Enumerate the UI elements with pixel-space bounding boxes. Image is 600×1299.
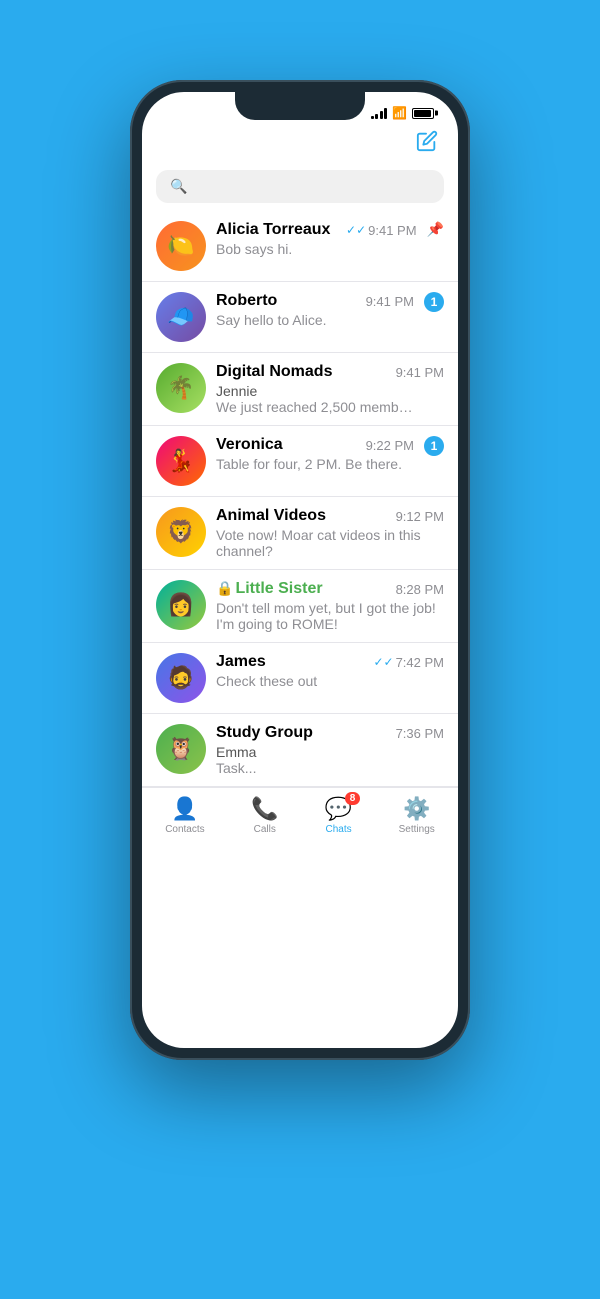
chat-badge-veronica: 1 <box>424 436 444 456</box>
chat-content-veronica: Veronica 9:22 PM Table for four, 2 PM. Be … <box>216 436 414 472</box>
chat-name-veronica: Veronica <box>216 436 283 454</box>
chat-preview-digital: We just reached 2,500 members! WOO! <box>216 399 416 415</box>
chat-name-james: James <box>216 653 266 671</box>
bottom-nav-chats[interactable]: 💬8 Chats <box>325 796 352 835</box>
chat-meta-roberto: 1 <box>424 292 444 312</box>
chat-preview-roberto: Say hello to Alice. <box>216 312 414 328</box>
chat-item-sister[interactable]: 👩 🔒Little Sister 8:28 PM Don't tell mom yet… <box>142 570 458 643</box>
search-icon: 🔍 <box>170 178 187 195</box>
chat-preview-james: Check these out <box>216 673 416 689</box>
compose-icon[interactable] <box>416 130 438 158</box>
chats-label: Chats <box>325 824 351 835</box>
chat-name-animal: Animal Videos <box>216 507 326 525</box>
chat-content-study: Study Group 7:36 PM EmmaTask... <box>216 724 444 776</box>
chat-meta-veronica: 1 <box>424 436 444 456</box>
chat-header-study: Study Group 7:36 PM <box>216 724 444 742</box>
chat-header-veronica: Veronica 9:22 PM <box>216 436 414 454</box>
contacts-label: Contacts <box>165 824 204 835</box>
bottom-nav-contacts[interactable]: 👤 Contacts <box>165 796 204 835</box>
search-bar-container: 🔍 <box>142 166 458 211</box>
phone-frame: 📶 🔍 <box>130 80 470 1060</box>
chat-preview-animal: Vote now! Moar cat videos in this channe… <box>216 527 444 559</box>
contacts-icon: 👤 <box>171 796 198 822</box>
chat-header-roberto: Roberto 9:41 PM <box>216 292 414 310</box>
chat-item-james[interactable]: 🧔 James ✓✓7:42 PM Check these out <box>142 643 458 714</box>
chat-item-roberto[interactable]: 🧢 Roberto 9:41 PM Say hello to Alice. 1 <box>142 282 458 353</box>
chat-header-sister: 🔒Little Sister 8:28 PM <box>216 580 444 598</box>
chat-header-james: James ✓✓7:42 PM <box>216 653 444 671</box>
chat-time-alicia: ✓✓9:41 PM <box>346 223 417 238</box>
chat-name-sister: 🔒Little Sister <box>216 580 323 598</box>
chat-time-veronica: 9:22 PM <box>366 438 414 453</box>
chat-time-study: 7:36 PM <box>396 726 444 741</box>
chat-header-alicia: Alicia Torreaux ✓✓9:41 PM <box>216 221 417 239</box>
nav-bar <box>142 126 458 166</box>
avatar-james: 🧔 <box>156 653 206 703</box>
chat-badge-roberto: 1 <box>424 292 444 312</box>
chat-time-james: ✓✓7:42 PM <box>373 655 444 670</box>
search-bar[interactable]: 🔍 <box>156 170 444 203</box>
avatar-study: 🦉 <box>156 724 206 774</box>
signal-icon <box>371 107 388 119</box>
avatar-roberto: 🧢 <box>156 292 206 342</box>
chat-time-animal: 9:12 PM <box>396 509 444 524</box>
bottom-nav: 👤 Contacts 📞 Calls 💬8 Chats ⚙️ Settings <box>142 787 458 849</box>
chat-content-alicia: Alicia Torreaux ✓✓9:41 PM Bob says hi. <box>216 221 417 257</box>
chat-header-digital: Digital Nomads 9:41 PM <box>216 363 444 381</box>
chat-sender-digital: Jennie <box>216 383 444 399</box>
chat-header-animal: Animal Videos 9:12 PM <box>216 507 444 525</box>
chat-meta-alicia: 📌 <box>427 221 444 238</box>
avatar-digital: 🌴 <box>156 363 206 413</box>
chat-time-roberto: 9:41 PM <box>366 294 414 309</box>
chat-sender-study: Emma <box>216 744 444 760</box>
status-icons: 📶 <box>371 106 434 120</box>
chat-content-roberto: Roberto 9:41 PM Say hello to Alice. <box>216 292 414 328</box>
chat-content-james: James ✓✓7:42 PM Check these out <box>216 653 444 689</box>
phone-wrapper: 📶 🔍 <box>130 80 470 1060</box>
chat-name-alicia: Alicia Torreaux <box>216 221 330 239</box>
avatar-animal: 🦁 <box>156 507 206 557</box>
calls-icon: 📞 <box>251 796 278 822</box>
chats-icon-wrapper: 💬8 <box>325 796 352 822</box>
chat-name-digital: Digital Nomads <box>216 363 332 381</box>
phone-screen: 📶 🔍 <box>142 92 458 1048</box>
chat-name-roberto: Roberto <box>216 292 277 310</box>
chat-preview-alicia: Bob says hi. <box>216 241 416 257</box>
wifi-icon: 📶 <box>392 106 407 120</box>
chat-time-digital: 9:41 PM <box>396 365 444 380</box>
chat-preview-veronica: Table for four, 2 PM. Be there. <box>216 456 414 472</box>
chat-item-alicia[interactable]: 🍋 Alicia Torreaux ✓✓9:41 PM Bob says hi. 📌 <box>142 211 458 282</box>
chat-item-digital[interactable]: 🌴 Digital Nomads 9:41 PM JennieWe just reac… <box>142 353 458 426</box>
settings-label: Settings <box>399 824 435 835</box>
phone-notch <box>235 92 365 120</box>
bottom-nav-calls[interactable]: 📞 Calls <box>251 796 278 835</box>
avatar-sister: 👩 <box>156 580 206 630</box>
calls-label: Calls <box>254 824 276 835</box>
chats-badge: 8 <box>345 792 361 805</box>
chat-preview-study: Task... <box>216 760 416 776</box>
chat-item-veronica[interactable]: 💃 Veronica 9:22 PM Table for four, 2 PM. Be… <box>142 426 458 497</box>
chat-content-digital: Digital Nomads 9:41 PM JennieWe just reach… <box>216 363 444 415</box>
chat-time-sister: 8:28 PM <box>396 582 444 597</box>
chats-icon: 💬8 <box>325 796 352 822</box>
chat-list: 🍋 Alicia Torreaux ✓✓9:41 PM Bob says hi. 📌 🧢 R… <box>142 211 458 787</box>
chat-item-animal[interactable]: 🦁 Animal Videos 9:12 PM Vote now! Moar cat … <box>142 497 458 570</box>
battery-icon <box>412 108 434 119</box>
chat-content-sister: 🔒Little Sister 8:28 PM Don't tell mom yet,… <box>216 580 444 632</box>
hero-section <box>270 0 330 70</box>
pin-icon-alicia: 📌 <box>427 221 444 238</box>
chat-preview-sister: Don't tell mom yet, but I got the job! I… <box>216 600 444 632</box>
settings-icon: ⚙️ <box>403 796 430 822</box>
chat-item-study[interactable]: 🦉 Study Group 7:36 PM EmmaTask... <box>142 714 458 787</box>
chat-name-study: Study Group <box>216 724 313 742</box>
bottom-nav-settings[interactable]: ⚙️ Settings <box>399 796 435 835</box>
chat-content-animal: Animal Videos 9:12 PM Vote now! Moar cat v… <box>216 507 444 559</box>
avatar-veronica: 💃 <box>156 436 206 486</box>
avatar-alicia: 🍋 <box>156 221 206 271</box>
